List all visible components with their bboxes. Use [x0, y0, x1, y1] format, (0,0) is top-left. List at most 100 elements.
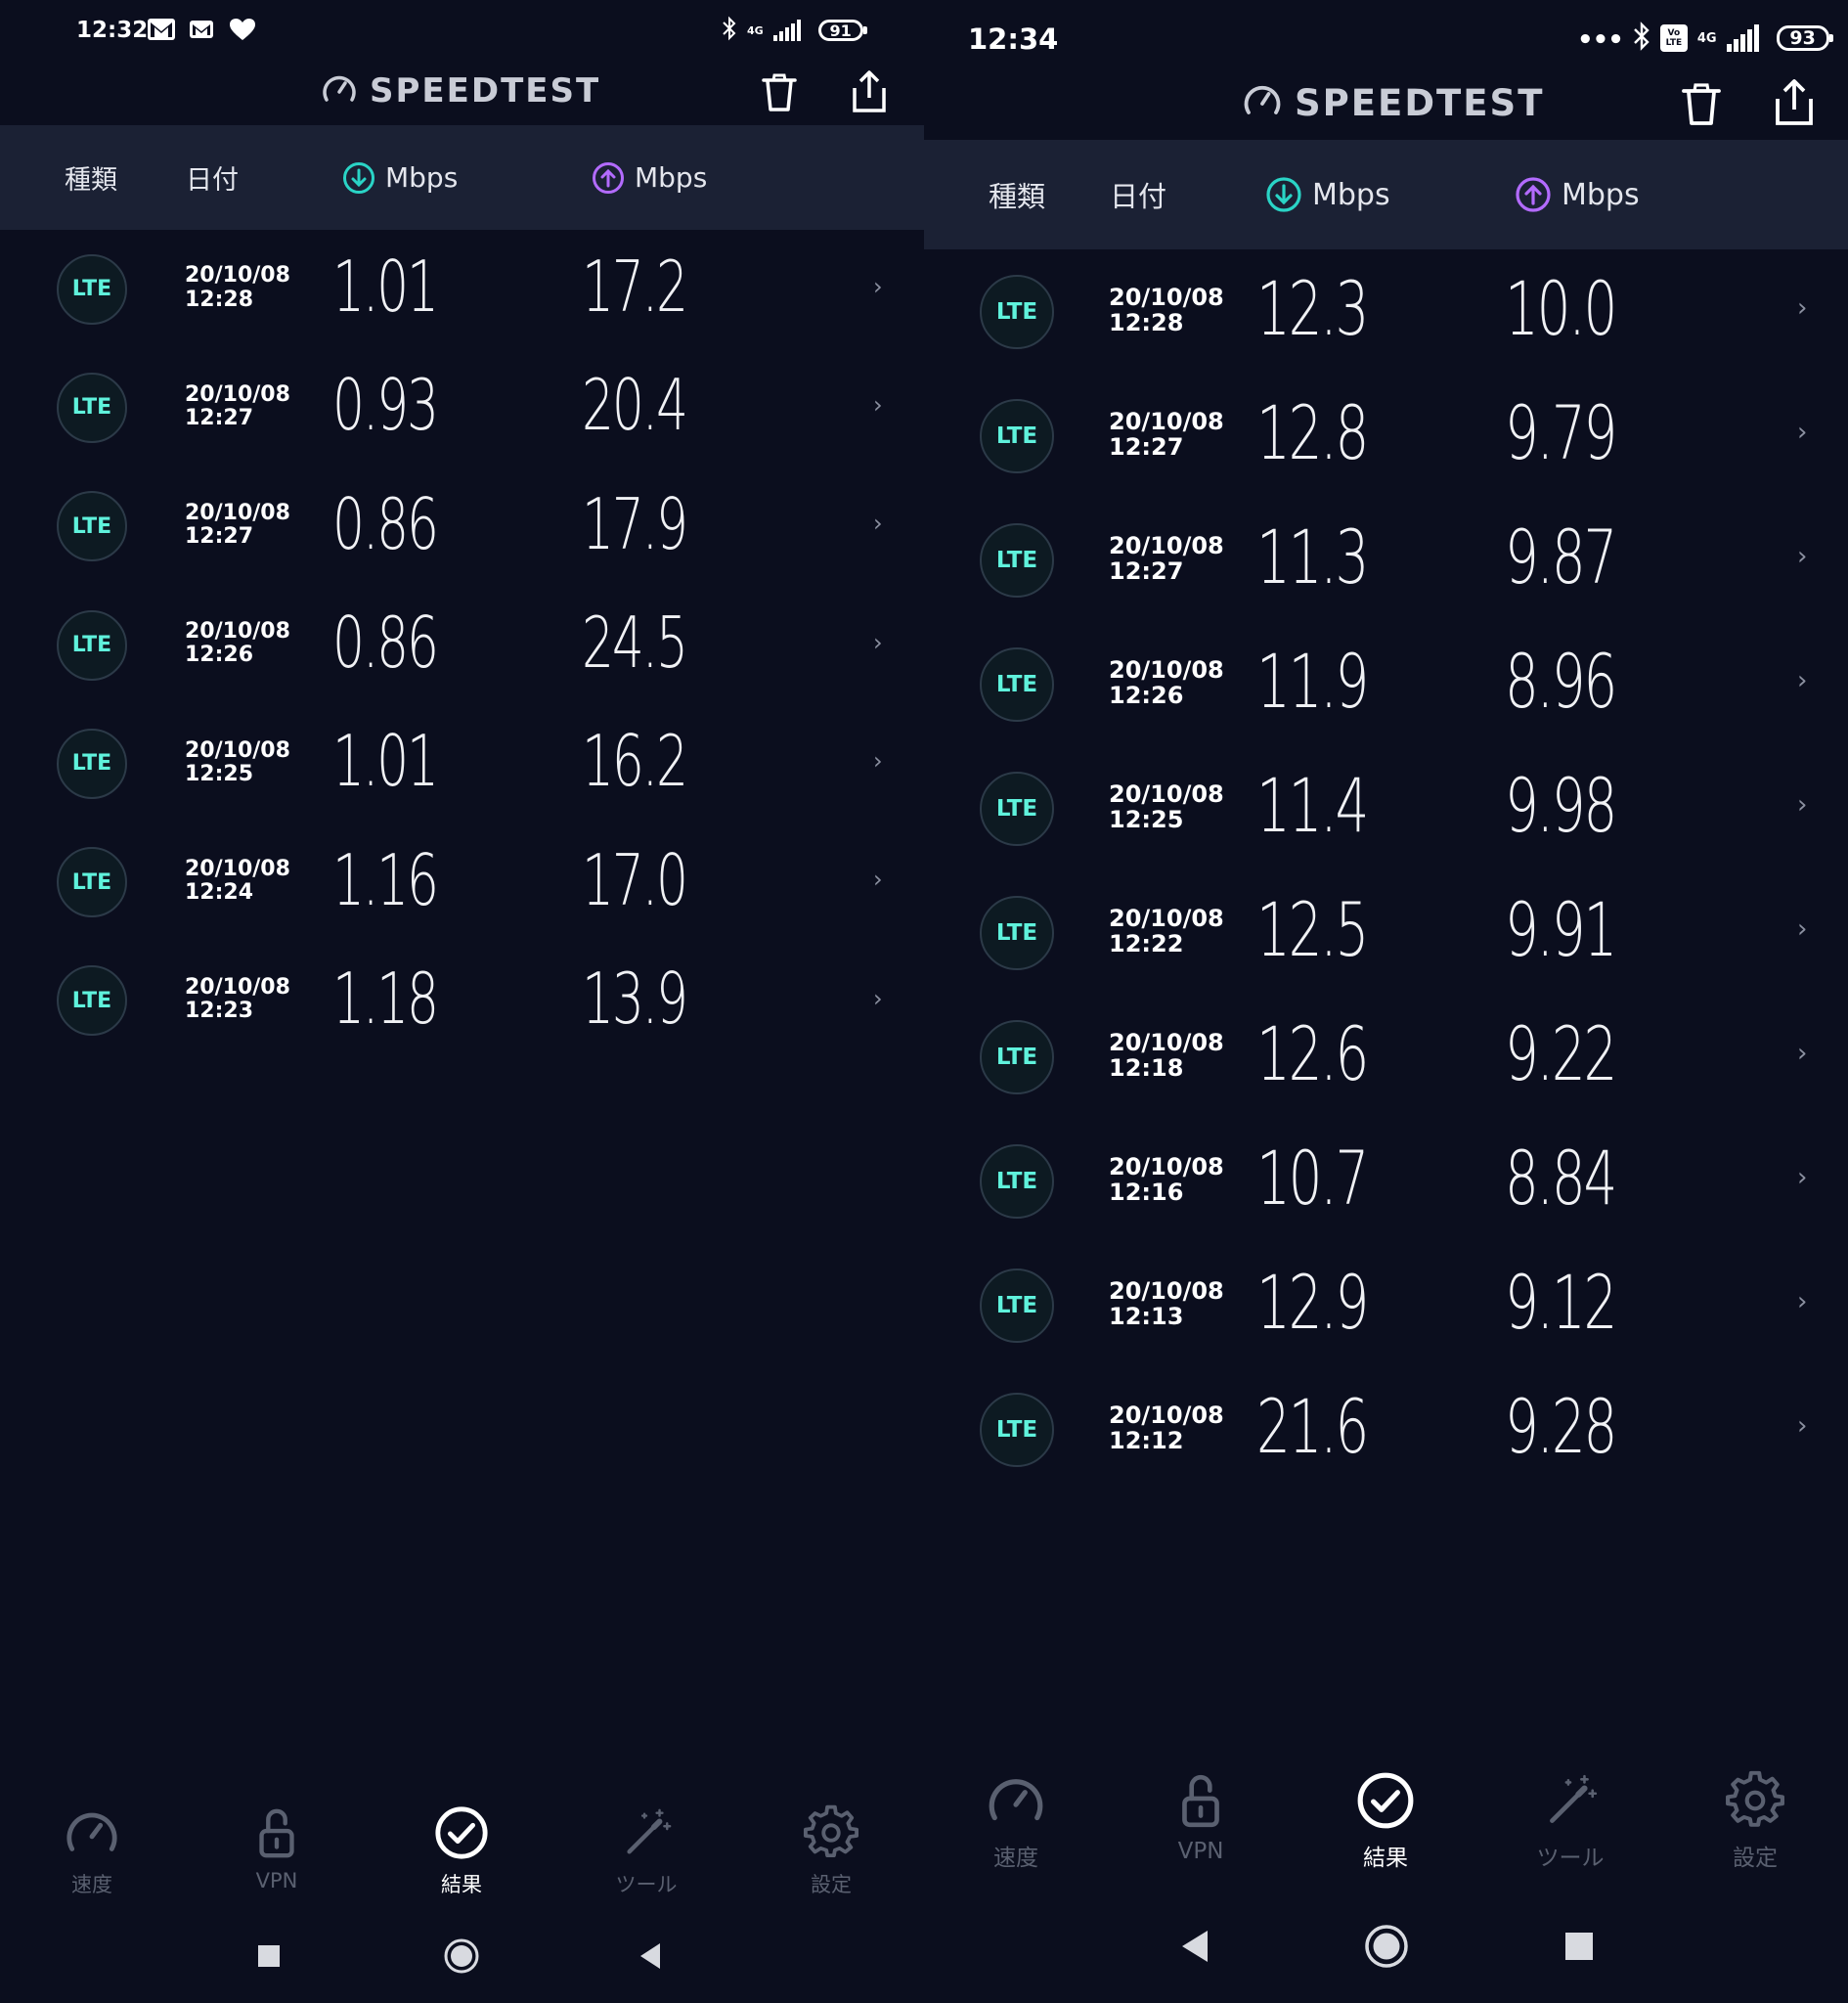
result-row[interactable]: LTE 20/10/08 12:16 10.7 8.84 ›	[924, 1119, 1848, 1243]
result-row[interactable]: LTE 20/10/08 12:26 11.9 8.96 ›	[924, 622, 1848, 746]
result-row[interactable]: LTE 20/10/08 12:27 11.3 9.87 ›	[924, 498, 1848, 622]
download-speed-value: 0.86	[332, 482, 439, 565]
recents-button[interactable]	[1555, 1922, 1604, 1971]
test-date: 20/10/08	[1109, 655, 1224, 684]
test-datetime: 20/10/08 12:24	[185, 857, 290, 905]
nav-item-vpn[interactable]: VPN	[1127, 1770, 1274, 1864]
chevron-right-icon[interactable]: ›	[873, 510, 883, 537]
result-row[interactable]: LTE 20/10/08 12:27 12.8 9.79 ›	[924, 374, 1848, 498]
chevron-right-icon[interactable]: ›	[1797, 1411, 1807, 1441]
chevron-right-icon[interactable]: ›	[873, 629, 883, 656]
status-bar: 12:34 ••• Vo LTE 4G 93	[924, 18, 1848, 61]
brand: SPEEDTEST	[1242, 80, 1544, 125]
nav-item-results[interactable]: 結果	[1312, 1770, 1459, 1872]
test-date: 20/10/08	[185, 263, 290, 289]
chevron-right-icon[interactable]: ›	[1797, 666, 1807, 695]
check-circle-icon	[1355, 1770, 1416, 1835]
result-row[interactable]: LTE 20/10/08 12:12 21.6 9.28 ›	[924, 1367, 1848, 1491]
connection-type-badge: LTE	[57, 728, 127, 799]
status-time: 12:32	[76, 18, 149, 43]
column-download[interactable]: Mbps	[342, 125, 458, 230]
gear-icon	[803, 1804, 859, 1865]
upload-speed-value: 9.87	[1505, 513, 1617, 601]
result-row[interactable]: LTE 20/10/08 12:13 12.9 9.12 ›	[924, 1243, 1848, 1367]
nav-item-settings[interactable]: 設定	[758, 1804, 904, 1898]
chevron-right-icon[interactable]: ›	[1797, 293, 1807, 323]
battery-level: 93	[1789, 27, 1816, 49]
column-date[interactable]: 日付	[186, 125, 239, 230]
result-row[interactable]: LTE 20/10/08 12:27 0.86 17.9 ›	[0, 467, 924, 586]
result-row[interactable]: LTE 20/10/08 12:22 12.5 9.91 ›	[924, 870, 1848, 995]
column-date[interactable]: 日付	[1110, 140, 1166, 249]
result-row[interactable]: LTE 20/10/08 12:24 1.16 17.0 ›	[0, 823, 924, 942]
connection-type-label: LTE	[995, 1292, 1038, 1318]
test-datetime: 20/10/08 12:25	[1109, 780, 1224, 832]
brand: SPEEDTEST	[321, 70, 600, 111]
test-date: 20/10/08	[1109, 1028, 1224, 1056]
back-button[interactable]	[1170, 1922, 1219, 1971]
square-icon	[1565, 1933, 1593, 1960]
nav-item-results[interactable]: 結果	[388, 1804, 535, 1898]
chevron-right-icon[interactable]: ›	[1797, 1039, 1807, 1068]
result-row[interactable]: LTE 20/10/08 12:27 0.93 20.4 ›	[0, 348, 924, 467]
result-row[interactable]: LTE 20/10/08 12:25 11.4 9.98 ›	[924, 746, 1848, 870]
column-upload[interactable]: Mbps	[592, 125, 707, 230]
result-row[interactable]: LTE 20/10/08 12:25 1.01 16.2 ›	[0, 704, 924, 823]
upload-speed-value: 10.0	[1505, 265, 1617, 353]
result-row[interactable]: LTE 20/10/08 12:26 0.86 24.5 ›	[0, 586, 924, 704]
nav-item-vpn[interactable]: VPN	[203, 1804, 350, 1892]
result-row[interactable]: LTE 20/10/08 12:28 12.3 10.0 ›	[924, 249, 1848, 374]
chevron-right-icon[interactable]: ›	[873, 985, 883, 1012]
nav-item-speed[interactable]: 速度	[943, 1770, 1089, 1872]
test-datetime: 20/10/08 12:25	[185, 738, 290, 786]
chevron-right-icon[interactable]: ›	[873, 866, 883, 893]
chevron-right-icon[interactable]: ›	[1797, 790, 1807, 820]
result-row[interactable]: LTE 20/10/08 12:18 12.6 9.22 ›	[924, 995, 1848, 1119]
system-navigation	[924, 1917, 1848, 1985]
screenshot-left: 12:32 4G 91 SPEEDTEST 種類 日付 Mbps Mbps LT…	[0, 0, 924, 2003]
test-datetime: 20/10/08 12:16	[1109, 1153, 1224, 1205]
delete-button[interactable]	[755, 68, 804, 117]
chevron-right-icon[interactable]: ›	[873, 273, 883, 300]
test-time: 12:26	[185, 643, 254, 668]
column-type[interactable]: 種類	[65, 125, 117, 230]
home-button[interactable]	[1359, 1919, 1414, 1974]
share-icon	[1776, 79, 1813, 125]
share-button[interactable]	[1767, 74, 1822, 131]
chevron-right-icon[interactable]: ›	[1797, 418, 1807, 447]
test-date: 20/10/08	[185, 975, 290, 1001]
battery-indicator: 93	[1776, 25, 1833, 51]
share-button[interactable]	[845, 67, 894, 117]
chevron-right-icon[interactable]: ›	[1797, 542, 1807, 571]
result-row[interactable]: LTE 20/10/08 12:23 1.18 13.9 ›	[0, 942, 924, 1060]
column-upload[interactable]: Mbps	[1515, 140, 1640, 249]
column-type[interactable]: 種類	[989, 140, 1045, 249]
gmail-icon	[147, 18, 176, 45]
home-button[interactable]	[439, 1934, 484, 1979]
unlock-icon	[1170, 1770, 1231, 1835]
download-speed-value: 12.9	[1256, 1259, 1369, 1347]
chevron-right-icon[interactable]: ›	[873, 391, 883, 419]
result-row[interactable]: LTE 20/10/08 12:28 1.01 17.2 ›	[0, 230, 924, 348]
test-datetime: 20/10/08 12:27	[1109, 532, 1224, 584]
chevron-right-icon[interactable]: ›	[1797, 1163, 1807, 1192]
nav-item-speed[interactable]: 速度	[19, 1804, 165, 1898]
chevron-right-icon[interactable]: ›	[1797, 914, 1807, 944]
back-button[interactable]	[631, 1936, 670, 1976]
nav-item-settings[interactable]: 設定	[1682, 1770, 1828, 1872]
chevron-right-icon[interactable]: ›	[1797, 1287, 1807, 1316]
bluetooth-icon	[722, 16, 737, 45]
upload-unit: Mbps	[1562, 177, 1640, 212]
column-download[interactable]: Mbps	[1265, 140, 1390, 249]
test-time: 12:26	[1109, 682, 1184, 710]
delete-button[interactable]	[1674, 78, 1729, 131]
test-datetime: 20/10/08 12:27	[185, 382, 290, 430]
nav-label: 結果	[441, 1873, 482, 1896]
chevron-right-icon[interactable]: ›	[873, 747, 883, 775]
test-time: 12:27	[1109, 433, 1184, 462]
download-speed-value: 12.3	[1256, 265, 1369, 353]
recents-button[interactable]	[249, 1936, 288, 1976]
upload-speed-value: 9.91	[1505, 886, 1617, 974]
nav-item-tools[interactable]: ツール	[1497, 1770, 1644, 1872]
nav-item-tools[interactable]: ツール	[573, 1804, 720, 1898]
